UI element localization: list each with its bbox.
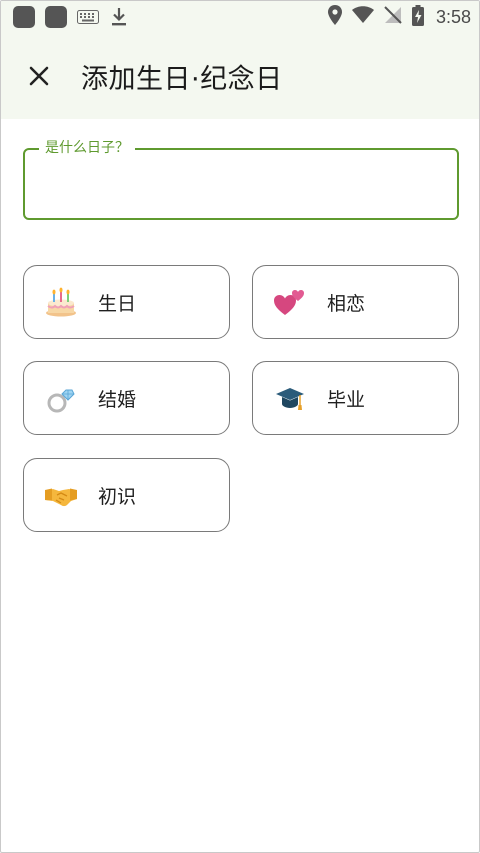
- option-wedding-label: 结婚: [98, 388, 137, 411]
- option-birthday-button[interactable]: 生日: [23, 265, 230, 339]
- status-bar: 3:58: [1, 1, 479, 33]
- page-title: 添加生日·纪念日: [81, 63, 283, 95]
- wifi-icon: [351, 6, 374, 28]
- no-signal-icon: [384, 6, 402, 28]
- status-time: 3:58: [435, 6, 471, 27]
- birthday-cake-icon: [44, 285, 78, 319]
- screen: 3:58 添加生日·纪念日 是什么日子？ 生日 相恋 结婚 毕业 初识: [0, 0, 480, 853]
- close-icon: [29, 66, 49, 86]
- option-graduation-button[interactable]: 毕业: [252, 361, 459, 435]
- two-hearts-icon: [273, 285, 307, 319]
- option-first-meet-label: 初识: [98, 485, 137, 508]
- option-love-button[interactable]: 相恋: [252, 265, 459, 339]
- graduation-cap-icon: [273, 381, 307, 415]
- app-square-icon: [45, 6, 67, 28]
- option-graduation-label: 毕业: [327, 388, 366, 411]
- occasion-name-field[interactable]: 是什么日子？: [23, 138, 459, 220]
- ring-icon: [44, 381, 78, 415]
- occasion-name-label: 是什么日子？: [39, 138, 135, 158]
- occasion-name-input[interactable]: [37, 164, 445, 208]
- close-button[interactable]: [11, 48, 67, 104]
- app-square-icon: [13, 6, 35, 28]
- option-love-label: 相恋: [327, 292, 366, 315]
- battery-charging-icon: [411, 4, 424, 30]
- app-bar: 添加生日·纪念日: [1, 33, 479, 119]
- option-birthday-label: 生日: [98, 292, 137, 315]
- download-icon: [109, 6, 129, 28]
- handshake-icon: [44, 478, 78, 512]
- option-wedding-button[interactable]: 结婚: [23, 361, 230, 435]
- keyboard-icon: [77, 10, 99, 24]
- option-first-meet-button[interactable]: 初识: [23, 458, 230, 532]
- location-icon: [327, 5, 342, 29]
